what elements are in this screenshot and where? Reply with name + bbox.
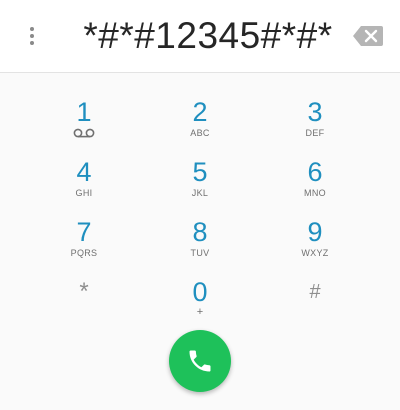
dialed-number[interactable]: *#*#12345#*#* <box>72 12 344 60</box>
key-0[interactable]: 0 + <box>155 277 245 333</box>
key-5[interactable]: 5 JKL <box>155 157 245 213</box>
key-5-digit: 5 <box>192 157 208 187</box>
key-9[interactable]: 9 WXYZ <box>270 217 360 273</box>
key-3[interactable]: 3 DEF <box>270 97 360 153</box>
key-3-letters: DEF <box>305 128 325 138</box>
key-4-letters: GHI <box>75 188 93 198</box>
key-star-symbol: * <box>79 278 89 305</box>
backspace-icon[interactable] <box>352 24 384 48</box>
key-2-digit: 2 <box>192 97 208 127</box>
overflow-menu-icon[interactable] <box>20 22 44 50</box>
phone-icon <box>189 350 211 372</box>
key-5-letters: JKL <box>191 188 209 198</box>
key-7-letters: PQRS <box>70 248 98 258</box>
key-7[interactable]: 7 PQRS <box>39 217 129 273</box>
key-hash-symbol: # <box>309 281 321 303</box>
dialer-screen: *#*#12345#*#* 1 2 ABC 3 DEF 4 GHI 5 JKL … <box>0 0 400 410</box>
key-6-digit: 6 <box>307 157 323 187</box>
key-1[interactable]: 1 <box>39 97 129 153</box>
key-3-digit: 3 <box>307 97 323 127</box>
call-button[interactable] <box>169 330 231 392</box>
key-star[interactable]: * <box>39 277 129 333</box>
key-4[interactable]: 4 GHI <box>39 157 129 213</box>
key-7-digit: 7 <box>76 217 92 247</box>
key-8-letters: TUV <box>190 248 210 258</box>
key-4-digit: 4 <box>76 157 92 187</box>
key-hash[interactable]: # <box>270 277 360 333</box>
key-8[interactable]: 8 TUV <box>155 217 245 273</box>
key-9-digit: 9 <box>307 217 323 247</box>
key-6[interactable]: 6 MNO <box>270 157 360 213</box>
key-0-digit: 0 <box>192 277 208 307</box>
key-2-letters: ABC <box>190 128 210 138</box>
voicemail-icon <box>73 128 95 138</box>
key-9-letters: WXYZ <box>301 248 329 258</box>
key-1-digit: 1 <box>76 97 92 127</box>
key-2[interactable]: 2 ABC <box>155 97 245 153</box>
key-8-digit: 8 <box>192 217 208 247</box>
dial-display-bar: *#*#12345#*#* <box>0 0 400 73</box>
key-6-letters: MNO <box>304 188 326 198</box>
key-0-plus: + <box>196 306 204 318</box>
